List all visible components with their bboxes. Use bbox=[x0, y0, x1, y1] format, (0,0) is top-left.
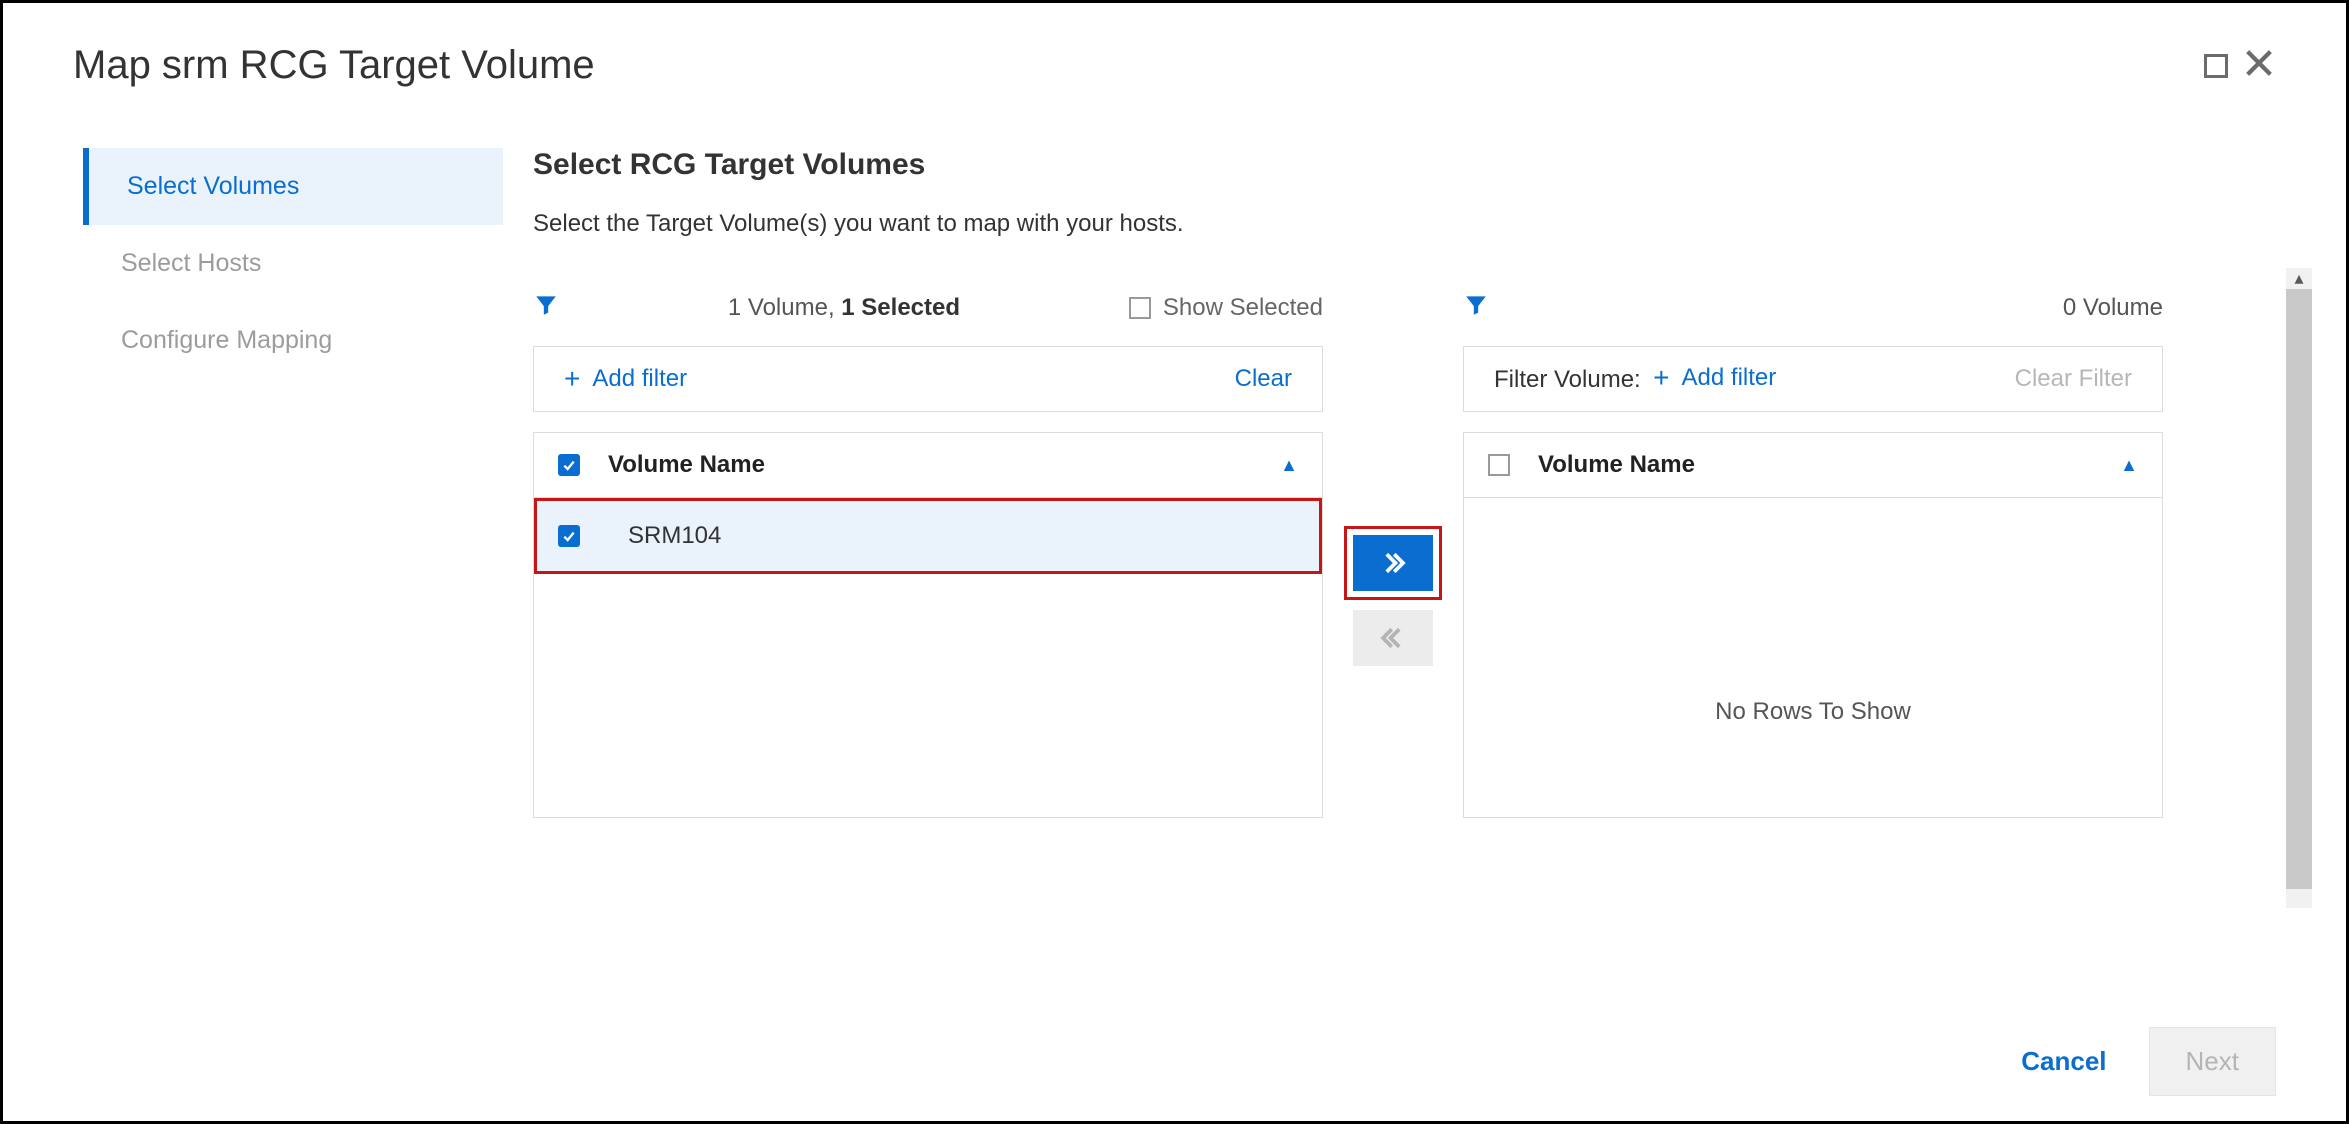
filter-icon[interactable] bbox=[533, 292, 559, 325]
left-count-text: 1 Volume, 1 Selected bbox=[728, 294, 960, 322]
right-column-header[interactable]: Volume Name ▲ bbox=[1463, 432, 2163, 498]
wizard-step-select-hosts: Select Hosts bbox=[83, 225, 503, 302]
plus-icon: + bbox=[1653, 364, 1669, 392]
wizard-sidebar: Select Volumes Select Hosts Configure Ma… bbox=[83, 108, 503, 888]
move-left-button[interactable] bbox=[1353, 610, 1433, 666]
dialog-title: Map srm RCG Target Volume bbox=[73, 43, 595, 88]
row-checkbox[interactable] bbox=[558, 525, 580, 547]
filter-volume-label: Filter Volume: bbox=[1494, 366, 1641, 393]
plus-icon: + bbox=[564, 365, 580, 393]
page-description: Select the Target Volume(s) you want to … bbox=[533, 210, 2316, 238]
filter-icon[interactable] bbox=[1463, 292, 1489, 325]
page-title: Select RCG Target Volumes bbox=[533, 148, 2316, 182]
show-selected-label: Show Selected bbox=[1163, 294, 1323, 322]
add-filter-button[interactable]: + Add filter bbox=[564, 365, 687, 393]
select-all-checkbox[interactable] bbox=[558, 454, 580, 476]
clear-button[interactable]: Clear bbox=[1235, 365, 1292, 393]
show-selected-checkbox[interactable] bbox=[1129, 297, 1151, 319]
wizard-step-configure-mapping: Configure Mapping bbox=[83, 302, 503, 379]
empty-message: No Rows To Show bbox=[1464, 498, 2162, 726]
clear-filter-button: Clear Filter bbox=[2015, 365, 2132, 393]
right-grid-body: No Rows To Show bbox=[1463, 498, 2163, 818]
select-all-checkbox[interactable] bbox=[1488, 454, 1510, 476]
wizard-step-select-volumes[interactable]: Select Volumes bbox=[83, 148, 503, 225]
sort-asc-icon[interactable]: ▲ bbox=[2120, 455, 2138, 476]
left-grid-body: SRM104 bbox=[533, 498, 1323, 818]
close-icon[interactable] bbox=[2242, 46, 2276, 85]
table-row[interactable]: SRM104 bbox=[534, 498, 1322, 574]
sort-asc-icon[interactable]: ▲ bbox=[1280, 455, 1298, 476]
add-filter-button[interactable]: + Add filter bbox=[1653, 364, 1776, 392]
right-count-text: 0 Volume bbox=[2063, 294, 2163, 322]
left-column-header[interactable]: Volume Name ▲ bbox=[533, 432, 1323, 498]
scrollbar[interactable]: ▴ bbox=[2286, 268, 2312, 908]
cancel-button[interactable]: Cancel bbox=[2015, 1045, 2112, 1078]
next-button: Next bbox=[2149, 1027, 2276, 1096]
highlight-annotation bbox=[1344, 526, 1442, 600]
volume-name-cell: SRM104 bbox=[628, 522, 721, 550]
maximize-icon[interactable] bbox=[2204, 54, 2228, 78]
move-right-button[interactable] bbox=[1353, 535, 1433, 591]
